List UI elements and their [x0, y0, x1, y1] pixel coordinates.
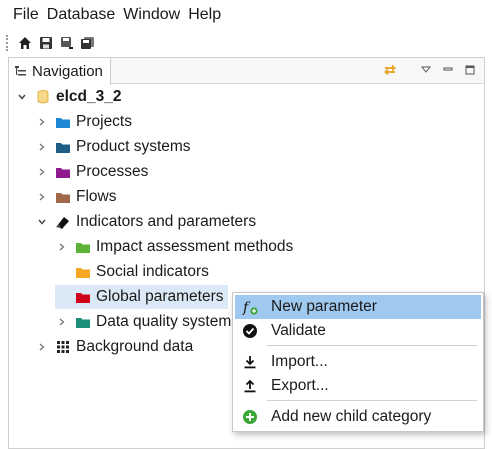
tree-node-label: Indicators and parameters: [76, 213, 257, 230]
chevron-right-icon[interactable]: [35, 140, 49, 154]
menu-window[interactable]: Window: [123, 6, 180, 24]
menu-item-new-parameter[interactable]: f New parameter: [235, 295, 481, 319]
tree-node-projects[interactable]: Projects: [35, 110, 132, 134]
tree-node-product-systems[interactable]: Product systems: [35, 135, 191, 159]
menu-database[interactable]: Database: [47, 6, 116, 24]
tab-navigation-label: Navigation: [32, 63, 103, 80]
menu-item-label: Export...: [271, 377, 329, 394]
tree-node-label: Background data: [76, 338, 194, 355]
tab-navigation[interactable]: Navigation: [9, 58, 111, 85]
tree-node-label: Social indicators: [96, 263, 209, 280]
save-icon[interactable]: [36, 33, 56, 53]
context-menu: f New parameter Validate Import... Expor…: [232, 292, 484, 432]
tree-node-social-indicators[interactable]: Social indicators: [55, 260, 209, 284]
folder-icon: [55, 189, 71, 205]
menu-item-import[interactable]: Import...: [235, 350, 481, 374]
chevron-right-icon[interactable]: [55, 240, 69, 254]
menu-item-label: Add new child category: [271, 408, 432, 425]
tree-node-flows[interactable]: Flows: [35, 185, 116, 209]
tree-node-indicators-and-parameters[interactable]: Indicators and parameters: [35, 210, 256, 234]
tree-node-label: Impact assessment methods: [96, 238, 294, 255]
tree-node-impact-assessment-methods[interactable]: Impact assessment methods: [55, 235, 293, 259]
menu-bar: File Database Window Help: [0, 0, 492, 30]
folder-icon: [75, 264, 91, 280]
tree-node-label: Projects: [76, 113, 132, 130]
menu-separator: [267, 345, 477, 346]
chevron-right-icon[interactable]: [35, 340, 49, 354]
svg-text:f: f: [242, 300, 251, 316]
tree-node-background-data[interactable]: Background data: [35, 335, 193, 359]
menu-item-add-new-child-category[interactable]: Add new child category: [235, 405, 481, 429]
menu-item-label: New parameter: [271, 298, 377, 315]
maximize-icon[interactable]: [460, 60, 480, 80]
chevron-right-icon[interactable]: [55, 315, 69, 329]
tree-node-root-label: elcd_3_2: [56, 88, 122, 105]
link-with-editor-icon[interactable]: [380, 60, 400, 80]
menu-item-export[interactable]: Export...: [235, 374, 481, 398]
folder-icon: [75, 289, 91, 305]
database-icon: [35, 89, 51, 105]
indicators-icon: [55, 214, 71, 230]
menu-file[interactable]: File: [13, 6, 39, 24]
folder-icon: [75, 239, 91, 255]
folder-icon: [55, 139, 71, 155]
chevron-down-icon[interactable]: [35, 215, 49, 229]
toolbar-grip: [6, 35, 9, 51]
tree-node-global-parameters[interactable]: Global parameters: [55, 285, 228, 309]
tree-node-processes[interactable]: Processes: [35, 160, 148, 184]
menu-item-label: Import...: [271, 353, 328, 370]
grid-icon: [55, 339, 71, 355]
tab-bar: Navigation: [9, 58, 484, 85]
export-icon: [241, 377, 259, 395]
menu-separator: [267, 400, 477, 401]
tree-node-data-quality-systems[interactable]: Data quality systems: [55, 310, 239, 334]
chevron-right-icon[interactable]: [35, 190, 49, 204]
add-circle-icon: [241, 408, 259, 426]
menu-item-label: Validate: [271, 322, 326, 339]
toolbar: [0, 31, 492, 55]
folder-icon: [75, 314, 91, 330]
tree-node-root[interactable]: elcd_3_2: [15, 85, 122, 109]
folder-icon: [55, 114, 71, 130]
tree-node-label: Data quality systems: [96, 313, 239, 330]
formula-icon: f: [241, 298, 259, 316]
tree-node-label: Flows: [76, 188, 117, 205]
view-menu-icon[interactable]: [416, 60, 436, 80]
check-circle-icon: [241, 322, 259, 340]
home-icon[interactable]: [15, 33, 35, 53]
tree-node-label: Product systems: [76, 138, 191, 155]
save-as-icon[interactable]: [57, 33, 77, 53]
minimize-icon[interactable]: [438, 60, 458, 80]
tree-node-label: Processes: [76, 163, 149, 180]
chevron-right-icon[interactable]: [35, 165, 49, 179]
tree-node-label: Global parameters: [96, 288, 224, 305]
save-all-icon[interactable]: [78, 33, 98, 53]
tab-actions: [380, 60, 480, 80]
chevron-right-icon[interactable]: [35, 115, 49, 129]
menu-help[interactable]: Help: [188, 6, 221, 24]
import-icon: [241, 353, 259, 371]
menu-item-validate[interactable]: Validate: [235, 319, 481, 343]
chevron-down-icon[interactable]: [15, 90, 29, 104]
folder-icon: [55, 164, 71, 180]
tree-view-icon: [14, 65, 28, 79]
